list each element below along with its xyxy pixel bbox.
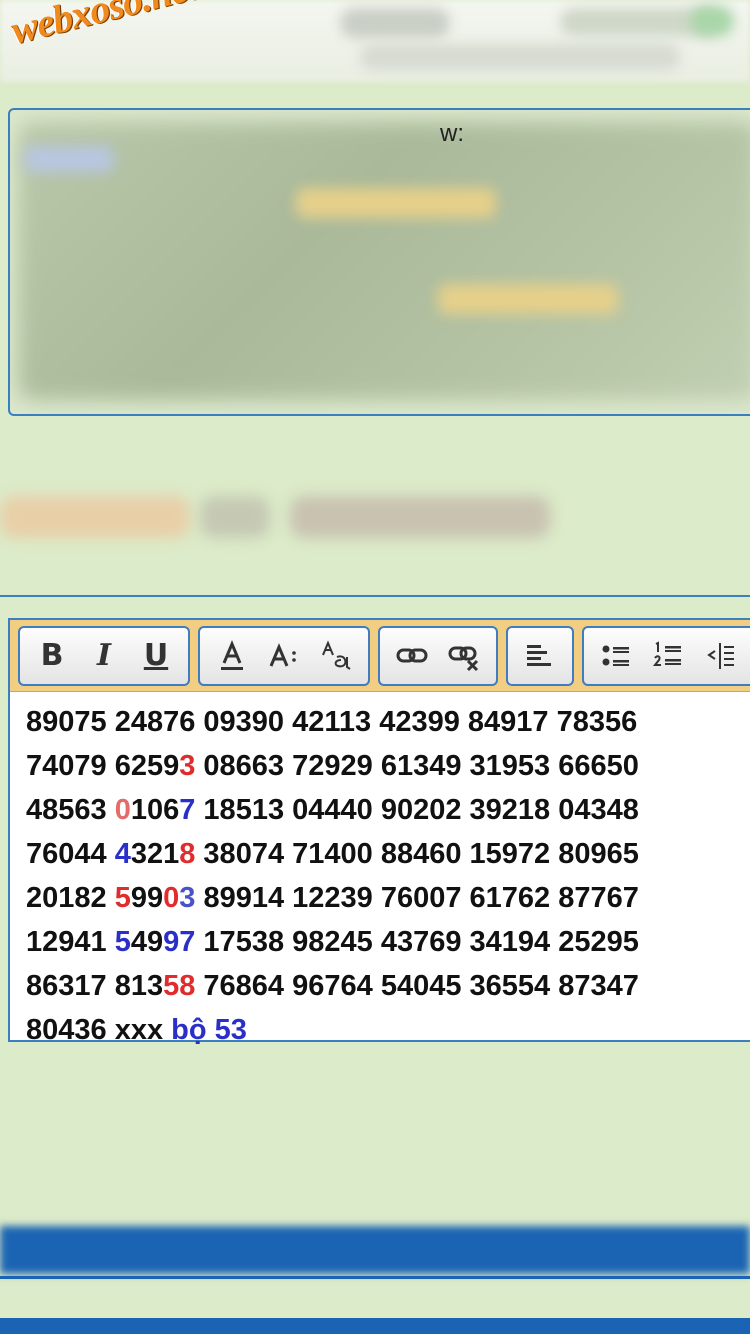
- font-family-button[interactable]: [310, 630, 362, 682]
- indent-button[interactable]: [746, 630, 750, 682]
- editor-line: 80436 xxx bộ 53: [26, 1008, 726, 1052]
- highlighted-digits: 5: [114, 926, 131, 958]
- editor-line: 86317 81358 76864 96764 54045 36554 8734…: [26, 964, 726, 1008]
- number-text: 106: [130, 794, 180, 826]
- toolbar-group-align: [506, 625, 574, 686]
- outdent-icon: [707, 642, 734, 669]
- bold-icon: B: [40, 638, 64, 673]
- number-text: 74079 6259: [26, 750, 180, 782]
- highlighted-digits: 3: [179, 750, 196, 782]
- highlighted-digits: 3: [179, 882, 196, 914]
- blurred-highlight: [296, 188, 496, 218]
- number-text: 49: [130, 926, 164, 958]
- blurred-label: [200, 496, 270, 538]
- blurred-header-item: [690, 6, 734, 36]
- underline-icon: U: [143, 638, 169, 673]
- editor-line: 89075 24876 09390 42113 42399 84917 7835…: [26, 700, 726, 744]
- link-button[interactable]: [386, 630, 438, 682]
- page: webxoso.net w: B I U 89075 24876 09390 4…: [0, 0, 750, 1334]
- highlighted-digits: 4: [114, 838, 131, 870]
- bullet-list-icon: [602, 645, 629, 666]
- align-left-button[interactable]: [514, 630, 566, 682]
- editor-content[interactable]: 89075 24876 09390 42113 42399 84917 7835…: [26, 700, 726, 1052]
- highlighted-digits: 97: [163, 926, 196, 958]
- blurred-label: [290, 496, 550, 538]
- number-text: 12941: [26, 926, 115, 958]
- toolbar-group-format: B I U: [18, 625, 190, 686]
- font-size-icon: [269, 642, 296, 667]
- highlighted-digits: bộ 53: [171, 1014, 247, 1046]
- editor-line: 76044 43218 38074 71400 88460 15972 8096…: [26, 832, 726, 876]
- highlighted-digits: 0: [163, 882, 180, 914]
- toolbar-group-list: [582, 625, 750, 686]
- number-text: 20182: [26, 882, 115, 914]
- bold-button[interactable]: B: [26, 630, 78, 682]
- highlighted-digits: 7: [179, 794, 196, 826]
- number-text: 86317 813: [26, 970, 164, 1002]
- font-size-button[interactable]: [258, 630, 310, 682]
- number-text: 08663 72929 61349 31953 66650: [195, 750, 639, 782]
- italic-icon: I: [96, 638, 112, 673]
- number-text: 89075 24876 09390 42113 42399 84917 7835…: [26, 706, 638, 738]
- number-text: 321: [130, 838, 180, 870]
- editor-line: 74079 62593 08663 72929 61349 31953 6665…: [26, 744, 726, 788]
- rich-text-editor[interactable]: B I U 89075 24876 09390 42113 42399 8491…: [8, 618, 750, 1046]
- editor-line: 12941 54997 17538 98245 43769 34194 2529…: [26, 920, 726, 964]
- footer-strip: [0, 1318, 750, 1334]
- bullet-list-button[interactable]: [590, 630, 642, 682]
- blurred-label: [0, 496, 190, 538]
- info-box: [8, 108, 750, 416]
- editor-toolbar: B I U: [10, 620, 750, 692]
- italic-button[interactable]: I: [78, 630, 130, 682]
- highlighted-digits: 8: [179, 838, 196, 870]
- numbered-list-icon: [652, 640, 681, 666]
- link-icon: [396, 648, 428, 662]
- unlink-button[interactable]: [438, 630, 490, 682]
- blurred-header-item: [340, 8, 450, 38]
- align-left-icon: [527, 644, 551, 666]
- outdent-button[interactable]: [694, 630, 746, 682]
- numbered-list-button[interactable]: [642, 630, 694, 682]
- editor-line: 20182 59903 89914 12239 76007 61762 8776…: [26, 876, 726, 920]
- divider: [0, 595, 750, 597]
- number-text: 89914 12239 76007 61762 87767: [195, 882, 639, 914]
- footer-divider: [0, 1276, 750, 1279]
- blurred-highlight: [24, 146, 114, 172]
- number-text: 18513 04440 90202 39218 04348: [195, 794, 639, 826]
- info-box-fragment: w:: [440, 120, 464, 147]
- number-text: 48563: [26, 794, 115, 826]
- blurred-content: [18, 122, 750, 400]
- blurred-header-item: [360, 44, 680, 70]
- highlighted-digits: 0: [114, 794, 131, 826]
- toolbar-group-link: [378, 625, 498, 686]
- toolbar-group-font: [198, 625, 370, 686]
- font-family-icon: [322, 639, 351, 670]
- blurred-footer-bar: [0, 1226, 750, 1274]
- blurred-highlight: [438, 284, 618, 314]
- unlink-icon: [448, 646, 479, 671]
- number-text: 17538 98245 43769 34194 25295: [195, 926, 639, 958]
- editor-line: 48563 01067 18513 04440 90202 39218 0434…: [26, 788, 726, 832]
- number-text: 38074 71400 88460 15972 80965: [195, 838, 639, 870]
- highlighted-digits: 5: [114, 882, 131, 914]
- number-text: 76044: [26, 838, 115, 870]
- font-color-icon: [221, 639, 243, 670]
- underline-button[interactable]: U: [130, 630, 182, 682]
- number-text: 99: [130, 882, 164, 914]
- number-text: 80436 xxx: [26, 1014, 172, 1046]
- number-text: 76864 96764 54045 36554 87347: [195, 970, 639, 1002]
- font-color-button[interactable]: [206, 630, 258, 682]
- highlighted-digits: 58: [163, 970, 196, 1002]
